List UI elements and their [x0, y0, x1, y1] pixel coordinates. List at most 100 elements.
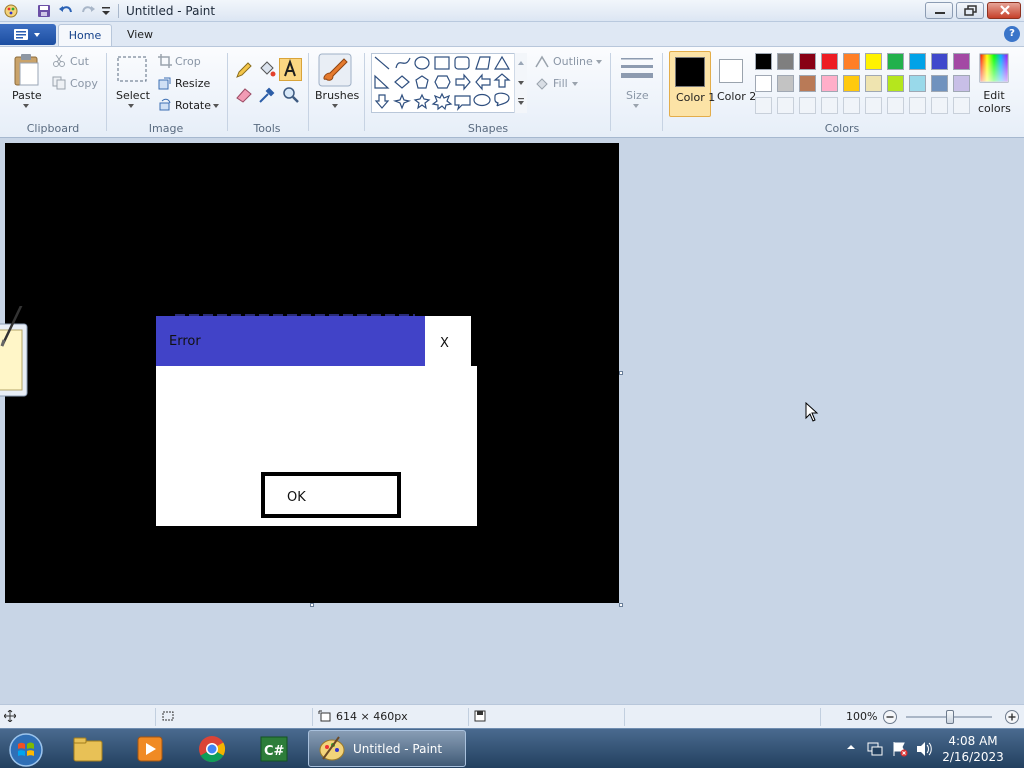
tab-view[interactable]: View	[114, 24, 166, 46]
edit-colors-button[interactable]: Edit colors	[978, 89, 1011, 115]
palette-color-swatch[interactable]	[755, 75, 772, 92]
status-separator	[155, 708, 156, 726]
palette-color-swatch[interactable]	[953, 53, 970, 70]
magnifier-icon[interactable]	[281, 85, 301, 105]
palette-color-swatch[interactable]	[799, 75, 816, 92]
palette-color-swatch[interactable]	[909, 75, 926, 92]
palette-color-swatch[interactable]	[799, 53, 816, 70]
outline-button[interactable]: Outline	[553, 55, 593, 68]
palette-custom-slot[interactable]	[953, 97, 970, 114]
palette-color-swatch[interactable]	[865, 75, 882, 92]
palette-color-swatch[interactable]	[821, 75, 838, 92]
show-hidden-icons-icon[interactable]	[845, 741, 857, 753]
canvas-area[interactable]: Error X OK	[0, 138, 1024, 704]
size-button[interactable]: Size	[626, 89, 649, 102]
tab-home[interactable]: Home	[58, 24, 112, 46]
palette-custom-slot[interactable]	[755, 97, 772, 114]
fill-bucket-icon[interactable]	[257, 60, 277, 80]
palette-custom-slot[interactable]	[931, 97, 948, 114]
minimize-button[interactable]	[925, 2, 953, 19]
cut-button[interactable]: Cut	[70, 55, 89, 68]
paste-button[interactable]: Paste	[12, 89, 42, 102]
pencil-icon[interactable]	[234, 60, 254, 80]
palette-color-swatch[interactable]	[953, 75, 970, 92]
floating-notepad-icon[interactable]	[0, 306, 28, 400]
shapes-gallery[interactable]	[371, 53, 527, 113]
shapes-scroll[interactable]	[514, 53, 527, 113]
palette-color-swatch[interactable]	[777, 75, 794, 92]
canvas-resize-handle-right[interactable]	[619, 371, 623, 375]
zoom-out-icon[interactable]	[882, 709, 898, 725]
palette-custom-slot[interactable]	[843, 97, 860, 114]
crop-icon	[158, 54, 172, 68]
save-icon[interactable]	[36, 3, 52, 19]
paste-dropdown-icon[interactable]	[22, 103, 30, 109]
size-icon[interactable]	[619, 55, 655, 85]
palette-custom-slot[interactable]	[777, 97, 794, 114]
redo-icon[interactable]	[80, 3, 96, 19]
palette-custom-slot[interactable]	[909, 97, 926, 114]
size-dropdown-icon[interactable]	[632, 103, 640, 109]
eraser-icon[interactable]	[234, 85, 254, 105]
palette-custom-slot[interactable]	[799, 97, 816, 114]
paint-app-icon[interactable]	[3, 3, 19, 19]
painted-dialog-close-area: X	[425, 316, 471, 366]
minimize-icon	[935, 12, 945, 14]
help-icon[interactable]: ?	[1004, 26, 1020, 42]
edit-colors-icon[interactable]	[979, 53, 1009, 83]
palette-color-swatch[interactable]	[865, 53, 882, 70]
canvas-resize-handle-corner[interactable]	[619, 603, 623, 607]
close-button[interactable]	[987, 2, 1021, 19]
ribbon: Paste Cut Copy Clipboard Select Crop Res…	[0, 46, 1024, 138]
color-picker-icon[interactable]	[257, 85, 277, 105]
palette-color-swatch[interactable]	[843, 53, 860, 70]
media-player-icon[interactable]	[132, 733, 168, 765]
network-icon[interactable]	[866, 741, 884, 757]
copy-button[interactable]: Copy	[70, 77, 98, 90]
paint-menu-button[interactable]	[0, 24, 56, 45]
color2-button[interactable]: Color 2	[714, 51, 756, 117]
palette-color-swatch[interactable]	[931, 53, 948, 70]
customize-quick-access-icon[interactable]	[98, 3, 114, 19]
paste-icon[interactable]	[12, 53, 42, 87]
zoom-in-icon[interactable]	[1004, 709, 1020, 725]
brushes-button[interactable]: Brushes	[315, 89, 359, 102]
chrome-icon[interactable]	[194, 733, 230, 765]
rotate-button[interactable]: Rotate	[175, 99, 211, 112]
zoom-slider-thumb[interactable]	[946, 710, 954, 724]
color1-button[interactable]: Color 1	[669, 51, 715, 117]
text-tool-button[interactable]	[279, 58, 302, 81]
palette-color-swatch[interactable]	[843, 75, 860, 92]
palette-color-swatch[interactable]	[887, 75, 904, 92]
csharp-ide-icon[interactable]: C#	[256, 733, 292, 765]
volume-icon[interactable]	[915, 741, 933, 757]
restore-button[interactable]	[956, 2, 984, 19]
palette-color-swatch[interactable]	[755, 53, 772, 70]
start-button-icon[interactable]	[6, 731, 46, 767]
tools-group-label: Tools	[253, 122, 281, 135]
palette-color-swatch[interactable]	[887, 53, 904, 70]
taskbar-clock[interactable]: 4:08 AM 2/16/2023	[938, 733, 1008, 765]
file-explorer-icon[interactable]	[70, 733, 106, 765]
palette-custom-slot[interactable]	[821, 97, 838, 114]
fill-button[interactable]: Fill	[553, 77, 568, 90]
palette-color-swatch[interactable]	[777, 53, 794, 70]
palette-color-swatch[interactable]	[931, 75, 948, 92]
resize-button[interactable]: Resize	[175, 77, 210, 90]
select-dropdown-icon[interactable]	[127, 103, 135, 109]
action-center-icon[interactable]	[891, 741, 909, 757]
palette-custom-slot[interactable]	[865, 97, 882, 114]
select-icon[interactable]	[116, 55, 148, 83]
rotate-dropdown-icon[interactable]	[212, 103, 220, 109]
canvas-resize-handle-bottom[interactable]	[310, 603, 314, 607]
palette-color-swatch[interactable]	[909, 53, 926, 70]
color1-swatch	[675, 57, 705, 87]
brushes-dropdown-icon[interactable]	[331, 103, 339, 109]
taskbar-paint-button[interactable]: Untitled - Paint	[308, 730, 466, 767]
crop-button[interactable]: Crop	[175, 55, 201, 68]
select-button[interactable]: Select	[116, 89, 150, 102]
palette-color-swatch[interactable]	[821, 53, 838, 70]
undo-icon[interactable]	[58, 3, 74, 19]
palette-custom-slot[interactable]	[887, 97, 904, 114]
brushes-icon[interactable]	[318, 53, 352, 87]
